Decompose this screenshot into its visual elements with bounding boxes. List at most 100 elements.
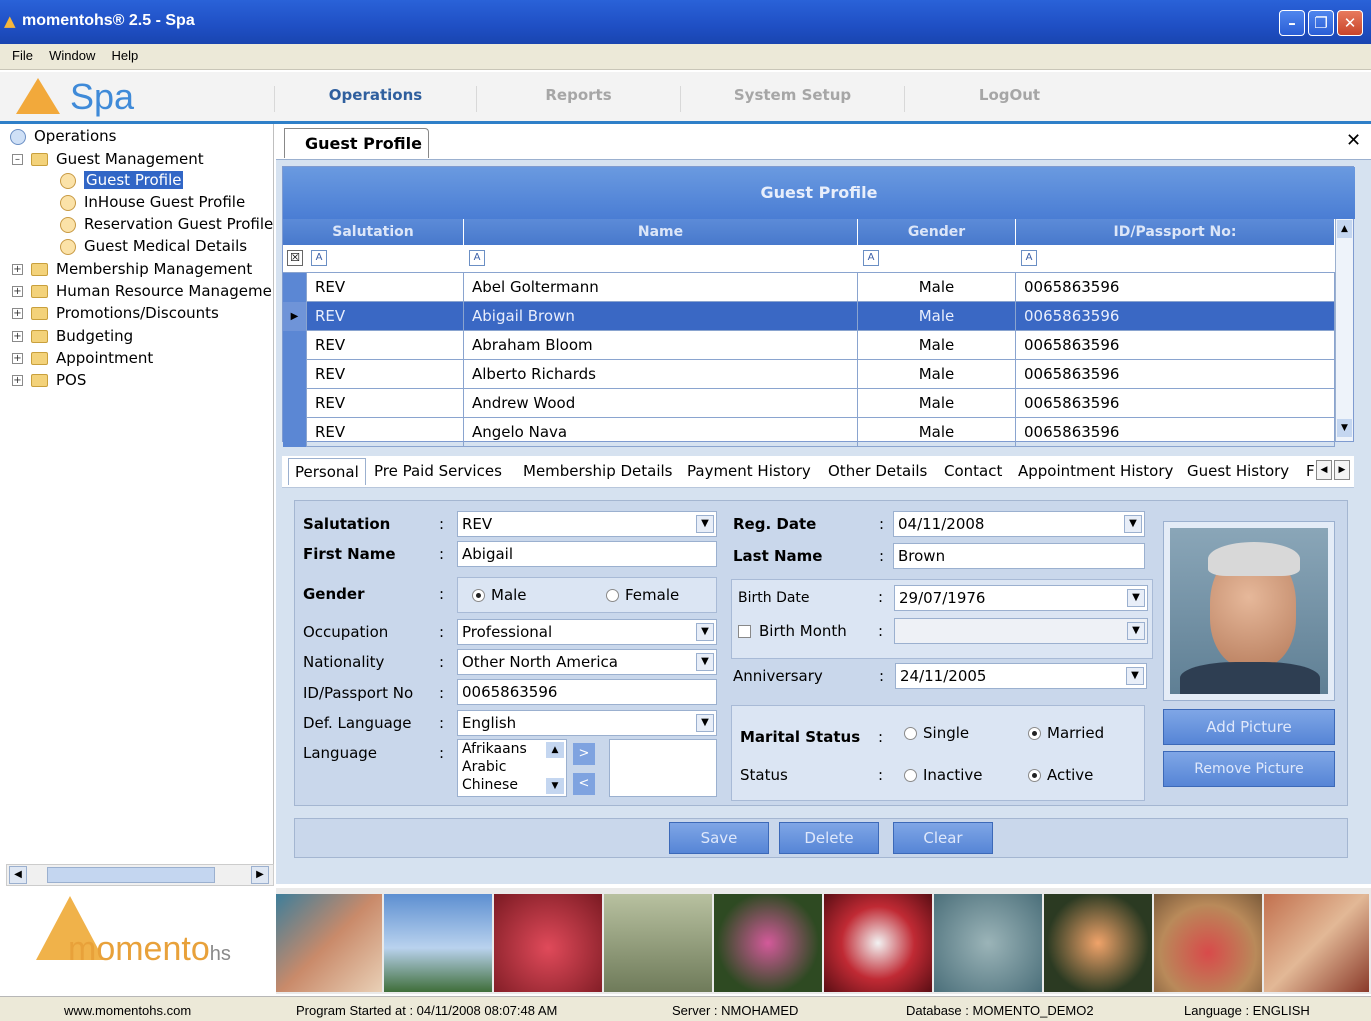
filter-icon[interactable]: A xyxy=(863,250,879,266)
collapse-icon[interactable]: – xyxy=(12,154,23,165)
table-row[interactable]: REV Abraham Bloom Male 0065863596 xyxy=(283,331,1335,360)
tree-membership-management[interactable]: + Membership Management xyxy=(12,260,252,278)
remove-picture-button[interactable]: Remove Picture xyxy=(1163,751,1335,787)
salutation-select[interactable]: REV ▼ xyxy=(457,511,717,537)
filter-toggle-icon[interactable]: ☒ xyxy=(287,250,303,266)
tree-budgeting[interactable]: + Budgeting xyxy=(12,327,133,345)
add-language-icon[interactable]: > xyxy=(573,743,595,765)
tab-operations[interactable]: Operations xyxy=(274,86,476,112)
tab-membership[interactable]: Membership Details xyxy=(523,462,672,480)
radio-icon[interactable] xyxy=(904,727,917,740)
clear-button[interactable]: Clear xyxy=(893,822,993,854)
close-window-icon[interactable]: ✕ xyxy=(1337,10,1363,36)
tab-more[interactable]: F xyxy=(1306,462,1315,480)
menu-help[interactable]: Help xyxy=(111,48,138,63)
tree-promotions[interactable]: + Promotions/Discounts xyxy=(12,304,219,322)
close-tab-icon[interactable]: ✕ xyxy=(1346,130,1361,151)
chevron-down-icon[interactable]: ▼ xyxy=(1127,622,1145,640)
table-row[interactable]: REV Abel Goltermann Male 0065863596 xyxy=(283,273,1335,302)
scroll-right-icon[interactable]: ▶ xyxy=(251,866,269,884)
selected-language-list[interactable] xyxy=(609,739,717,797)
tab-logout[interactable]: LogOut xyxy=(904,86,1114,112)
expand-icon[interactable]: + xyxy=(12,353,23,364)
chevron-down-icon[interactable]: ▼ xyxy=(696,653,714,671)
radio-icon[interactable] xyxy=(904,769,917,782)
expand-icon[interactable]: + xyxy=(12,331,23,342)
save-button[interactable]: Save xyxy=(669,822,769,854)
tab-appointment-history[interactable]: Appointment History xyxy=(1018,462,1173,480)
col-salutation[interactable]: Salutation xyxy=(283,219,464,245)
tree-human-resource[interactable]: + Human Resource Manageme xyxy=(12,282,272,300)
radio-female[interactable]: Female xyxy=(606,586,679,604)
expand-icon[interactable]: + xyxy=(12,286,23,297)
birth-date-picker[interactable]: 29/07/1976 ▼ xyxy=(894,585,1148,611)
scroll-up-icon[interactable]: ▲ xyxy=(1337,220,1352,238)
table-row[interactable]: REV Andrew Wood Male 0065863596 xyxy=(283,389,1335,418)
first-name-field[interactable]: Abigail xyxy=(457,541,717,567)
tree-reservation-guest-profile[interactable]: Reservation Guest Profile xyxy=(60,215,273,233)
radio-married[interactable]: Married xyxy=(1028,724,1104,742)
list-item[interactable]: Arabic xyxy=(462,758,566,776)
radio-active[interactable]: Active xyxy=(1028,766,1093,784)
row-selector[interactable] xyxy=(283,360,307,389)
anniversary-picker[interactable]: 24/11/2005 ▼ xyxy=(895,663,1147,689)
row-selector[interactable] xyxy=(283,418,307,447)
row-selector[interactable] xyxy=(283,273,307,302)
minimize-icon[interactable]: – xyxy=(1279,10,1305,36)
scroll-down-icon[interactable]: ▼ xyxy=(546,778,564,794)
language-list[interactable]: Afrikaans Arabic Chinese ▲ ▼ xyxy=(457,739,567,797)
radio-icon[interactable] xyxy=(1028,769,1041,782)
table-row[interactable]: ▶ REV Abigail Brown Male 0065863596 xyxy=(283,302,1335,331)
tree-appointment[interactable]: + Appointment xyxy=(12,349,153,367)
scroll-thumb[interactable] xyxy=(47,867,215,883)
radio-inactive[interactable]: Inactive xyxy=(904,766,983,784)
chevron-down-icon[interactable]: ▼ xyxy=(1126,667,1144,685)
sidebar-scrollbar[interactable]: ◀ ▶ xyxy=(6,864,274,886)
table-row[interactable]: REV Angelo Nava Male 0065863596 xyxy=(283,418,1335,447)
birth-month-checkbox[interactable]: Birth Month xyxy=(738,622,847,640)
doc-tab-guest-profile[interactable]: Guest Profile xyxy=(284,128,429,158)
remove-language-icon[interactable]: < xyxy=(573,773,595,795)
tree-pos[interactable]: + POS xyxy=(12,371,86,389)
chevron-down-icon[interactable]: ▼ xyxy=(696,714,714,732)
tab-personal[interactable]: Personal xyxy=(288,458,366,485)
radio-male[interactable]: Male xyxy=(472,586,527,604)
tab-reports[interactable]: Reports xyxy=(476,86,680,112)
grid-scrollbar[interactable]: ▲ ▼ xyxy=(1335,219,1353,441)
tree-root[interactable]: Operations xyxy=(10,127,116,145)
radio-single[interactable]: Single xyxy=(904,724,969,742)
tab-scroll-left-icon[interactable]: ◀ xyxy=(1316,460,1332,480)
expand-icon[interactable]: + xyxy=(12,308,23,319)
tab-payment-history[interactable]: Payment History xyxy=(687,462,811,480)
chevron-down-icon[interactable]: ▼ xyxy=(696,623,714,641)
tab-scroll-right-icon[interactable]: ▶ xyxy=(1334,460,1350,480)
radio-icon[interactable] xyxy=(1028,727,1041,740)
filter-icon[interactable]: A xyxy=(1021,250,1037,266)
row-selector[interactable] xyxy=(283,331,307,360)
scroll-left-icon[interactable]: ◀ xyxy=(9,866,27,884)
tab-system-setup[interactable]: System Setup xyxy=(680,86,904,112)
row-selector[interactable] xyxy=(283,389,307,418)
tab-other-details[interactable]: Other Details xyxy=(828,462,927,480)
menu-window[interactable]: Window xyxy=(49,48,95,63)
radio-icon[interactable] xyxy=(606,589,619,602)
tree-guest-management[interactable]: – Guest Management xyxy=(12,150,204,168)
radio-icon[interactable] xyxy=(472,589,485,602)
row-selector[interactable]: ▶ xyxy=(283,302,307,331)
reg-date-picker[interactable]: 04/11/2008 ▼ xyxy=(893,511,1145,537)
def-language-select[interactable]: English ▼ xyxy=(457,710,717,736)
expand-icon[interactable]: + xyxy=(12,264,23,275)
tab-guest-history[interactable]: Guest History xyxy=(1187,462,1289,480)
chevron-down-icon[interactable]: ▼ xyxy=(1127,589,1145,607)
scroll-up-icon[interactable]: ▲ xyxy=(546,742,564,758)
col-name[interactable]: Name xyxy=(464,219,858,245)
scroll-down-icon[interactable]: ▼ xyxy=(1337,419,1352,437)
restore-icon[interactable]: ❐ xyxy=(1308,10,1334,36)
expand-icon[interactable]: + xyxy=(12,375,23,386)
table-row[interactable]: REV Alberto Richards Male 0065863596 xyxy=(283,360,1335,389)
col-gender[interactable]: Gender xyxy=(858,219,1016,245)
delete-button[interactable]: Delete xyxy=(779,822,879,854)
menu-file[interactable]: File xyxy=(12,48,33,63)
occupation-select[interactable]: Professional ▼ xyxy=(457,619,717,645)
tree-guest-medical-details[interactable]: Guest Medical Details xyxy=(60,237,247,255)
